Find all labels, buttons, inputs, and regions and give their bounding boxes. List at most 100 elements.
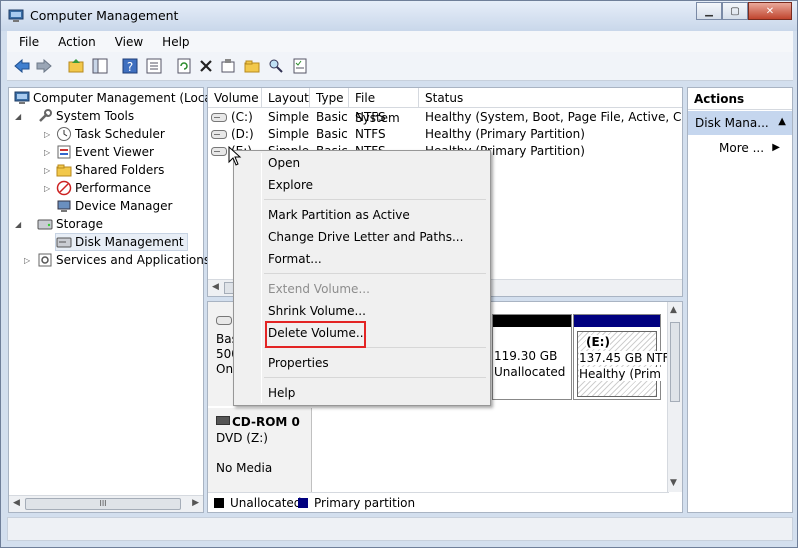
cdrom-title: CD-ROM 0 bbox=[232, 415, 300, 429]
scroll-down-icon[interactable]: ▼ bbox=[670, 478, 677, 488]
tree-item-performance[interactable]: Performance bbox=[56, 179, 151, 197]
menu-action[interactable]: Action bbox=[46, 35, 103, 49]
menu-bar: File Action View Help bbox=[7, 31, 793, 52]
cdrom-media: No Media bbox=[216, 461, 273, 475]
properties-view-icon[interactable] bbox=[145, 57, 163, 75]
cdrom-0-label[interactable]: CD-ROM 0 DVD (Z:) No Media bbox=[208, 408, 312, 492]
tree-label: Disk Management bbox=[75, 235, 184, 249]
tree-item-disk-management[interactable]: Disk Management bbox=[55, 233, 188, 251]
unallocated-bar bbox=[493, 315, 571, 327]
column-header-volume[interactable]: Volume bbox=[208, 88, 262, 108]
refresh-icon[interactable] bbox=[175, 57, 193, 75]
close-button[interactable]: ✕ bbox=[748, 2, 792, 20]
help-icon[interactable]: ? bbox=[121, 57, 139, 75]
close-icon: ✕ bbox=[765, 5, 775, 17]
menu-item-extend-volume: Extend Volume... bbox=[268, 282, 370, 296]
tree-item-shared-folders[interactable]: Shared Folders bbox=[56, 161, 164, 179]
menu-item-change-drive-letter[interactable]: Change Drive Letter and Paths... bbox=[268, 230, 463, 244]
expand-arrow-icon[interactable]: ▷ bbox=[24, 256, 30, 265]
computer-management-icon bbox=[8, 9, 24, 22]
column-header-type[interactable]: Type bbox=[310, 88, 349, 108]
open-folder-icon[interactable] bbox=[243, 57, 261, 75]
disk-0-status: On bbox=[216, 362, 234, 376]
mouse-cursor-icon bbox=[228, 146, 242, 166]
actions-section-disk-management[interactable]: Disk Mana... ▲ bbox=[688, 111, 792, 135]
table-row[interactable]: (C:) Simple Basic NTFS Healthy (System, … bbox=[208, 109, 682, 126]
unallocated-size: 119.30 GB bbox=[494, 349, 558, 363]
tree-label: Shared Folders bbox=[75, 163, 165, 177]
scroll-thumb[interactable]: III bbox=[25, 498, 181, 510]
services-icon bbox=[38, 253, 52, 267]
menu-help[interactable]: Help bbox=[150, 35, 196, 49]
tree-label: Services and Applications bbox=[56, 253, 211, 267]
tree-item-task-scheduler[interactable]: Task Scheduler bbox=[56, 125, 165, 143]
collapse-up-icon[interactable]: ▲ bbox=[778, 116, 786, 127]
cell-file-system: NTFS bbox=[355, 110, 386, 124]
tree-item-system-tools[interactable]: System Tools bbox=[37, 107, 134, 125]
properties-icon[interactable] bbox=[219, 57, 237, 75]
show-hide-tree-icon[interactable] bbox=[91, 57, 109, 75]
menu-view[interactable]: View bbox=[103, 35, 150, 49]
svg-text:?: ? bbox=[127, 60, 133, 74]
menu-file[interactable]: File bbox=[7, 35, 46, 49]
checklist-icon[interactable] bbox=[291, 57, 309, 75]
expand-arrow-icon[interactable]: ▷ bbox=[44, 184, 50, 193]
cell-layout: Simple bbox=[268, 127, 309, 141]
menu-item-explore[interactable]: Explore bbox=[268, 178, 313, 192]
scroll-left-icon[interactable]: ◀ bbox=[13, 498, 20, 508]
search-icon[interactable] bbox=[267, 57, 285, 75]
tree-label: Device Manager bbox=[75, 199, 173, 213]
menu-item-shrink-volume[interactable]: Shrink Volume... bbox=[268, 304, 366, 318]
cell-volume: (D:) bbox=[231, 127, 254, 141]
cell-file-system: NTFS bbox=[355, 127, 386, 141]
title-bar[interactable]: Computer Management ▁ ▢ ✕ bbox=[1, 1, 797, 31]
cell-type: Basic bbox=[316, 127, 348, 141]
menu-item-open[interactable]: Open bbox=[268, 156, 300, 170]
scroll-left-icon[interactable]: ◀ bbox=[212, 282, 219, 292]
expand-arrow-icon[interactable]: ▷ bbox=[44, 130, 50, 139]
delete-icon[interactable] bbox=[197, 57, 215, 75]
back-arrow-icon[interactable] bbox=[13, 57, 31, 75]
scroll-up-icon[interactable]: ▲ bbox=[670, 305, 677, 315]
status-bar bbox=[7, 517, 793, 541]
partition-e-region[interactable]: (E:) 137.45 GB NTF Healthy (Prim bbox=[573, 314, 670, 400]
event-log-icon bbox=[57, 145, 71, 159]
tree-label: Computer Management (Local bbox=[33, 91, 216, 105]
column-header-layout[interactable]: Layout bbox=[262, 88, 310, 108]
menu-item-mark-partition-active[interactable]: Mark Partition as Active bbox=[268, 208, 410, 222]
tools-icon bbox=[39, 109, 52, 122]
tree-item-device-manager[interactable]: Device Manager bbox=[56, 197, 172, 215]
tree-item-services-and-applications[interactable]: Services and Applications bbox=[37, 251, 210, 269]
navigation-tree: Computer Management (Local ◢ System Tool… bbox=[8, 87, 215, 513]
drive-icon bbox=[211, 130, 227, 139]
expand-arrow-icon[interactable]: ▷ bbox=[44, 148, 50, 157]
scroll-thumb[interactable] bbox=[670, 322, 680, 402]
menu-item-format[interactable]: Format... bbox=[268, 252, 322, 266]
computer-icon bbox=[14, 91, 30, 104]
tree-item-computer-management[interactable]: Computer Management (Local bbox=[14, 89, 215, 107]
forward-arrow-icon[interactable] bbox=[35, 57, 53, 75]
tree-label: Performance bbox=[75, 181, 152, 195]
drive-icon bbox=[211, 147, 227, 156]
actions-more[interactable]: More ... ▶ bbox=[688, 138, 792, 158]
unallocated-region[interactable]: 119.30 GB Unallocated bbox=[492, 314, 572, 400]
legend-primary-label: Primary partition bbox=[314, 496, 416, 510]
legend-unallocated-label: Unallocated bbox=[230, 496, 302, 510]
expand-arrow-icon[interactable]: ▷ bbox=[44, 166, 50, 175]
up-folder-icon[interactable] bbox=[67, 57, 85, 75]
column-header-file-system[interactable]: File System bbox=[349, 88, 419, 125]
disk-management-icon bbox=[56, 237, 72, 248]
tree-horizontal-scrollbar[interactable]: ◀ III ▶ bbox=[9, 495, 203, 512]
tree-item-storage[interactable]: Storage bbox=[37, 215, 103, 233]
maximize-button[interactable]: ▢ bbox=[722, 2, 748, 20]
scroll-right-icon[interactable]: ▶ bbox=[192, 498, 199, 508]
disk-view-vertical-scrollbar[interactable]: ▲ ▼ bbox=[667, 302, 682, 492]
column-header-status[interactable]: Status bbox=[419, 88, 682, 108]
menu-item-properties[interactable]: Properties bbox=[268, 356, 329, 370]
table-row[interactable]: (D:) Simple Basic NTFS Healthy (Primary … bbox=[208, 126, 682, 143]
collapse-arrow-icon[interactable]: ◢ bbox=[15, 220, 21, 229]
minimize-button[interactable]: ▁ bbox=[696, 2, 722, 20]
collapse-arrow-icon[interactable]: ◢ bbox=[15, 112, 21, 121]
menu-item-help[interactable]: Help bbox=[268, 386, 295, 400]
tree-item-event-viewer[interactable]: Event Viewer bbox=[56, 143, 154, 161]
